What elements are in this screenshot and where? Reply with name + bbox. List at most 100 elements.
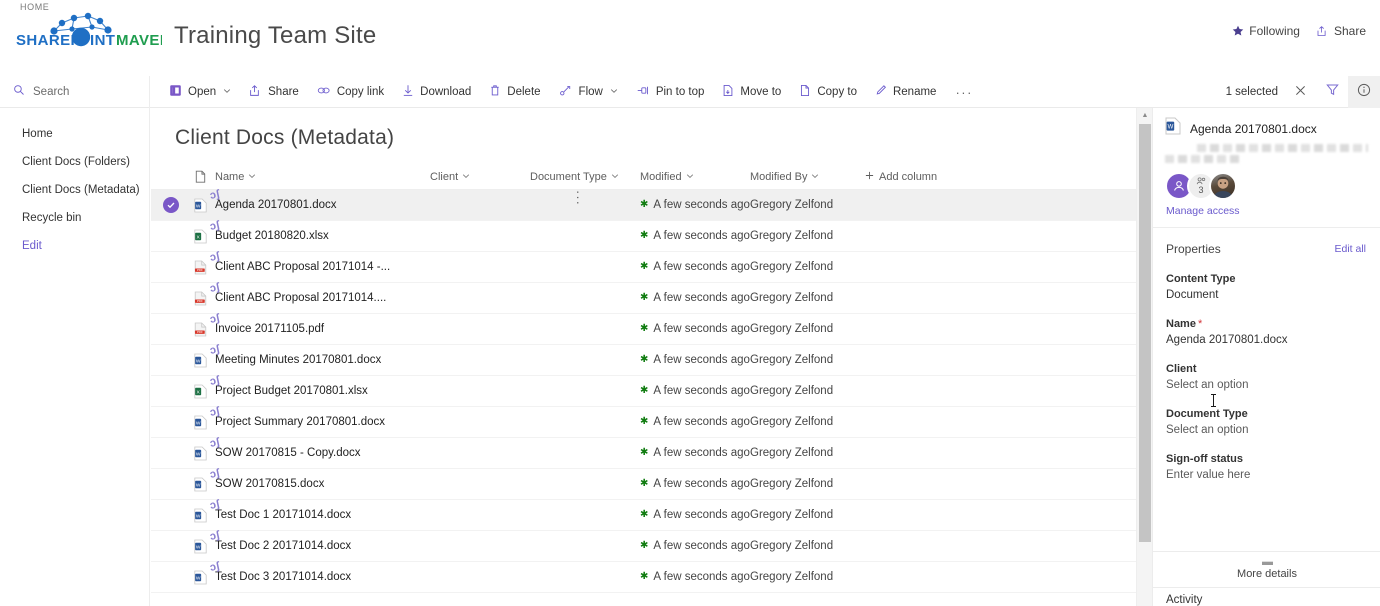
star-icon — [1232, 25, 1244, 37]
table-row[interactable]: PDFɔʃClient ABC Proposal 20171014 -...✱A… — [151, 252, 1136, 283]
properties-title: Properties — [1166, 242, 1221, 256]
table-row[interactable]: WɔʃTest Doc 3 20171014.docx✱A few second… — [151, 562, 1136, 593]
file-name-cell[interactable]: ɔʃProject Budget 20170801.xlsx — [215, 385, 430, 397]
column-header-modified-by[interactable]: Modified By — [750, 171, 865, 183]
scroll-up-arrow-icon[interactable]: ▲ — [1137, 108, 1153, 122]
property-value[interactable]: Agenda 20170801.docx — [1166, 334, 1367, 346]
row-select-checkbox[interactable] — [151, 197, 185, 213]
list-vertical-scrollbar[interactable]: ▲ — [1136, 108, 1152, 606]
column-header-client[interactable]: Client — [430, 171, 530, 183]
svg-text:PDF: PDF — [196, 268, 202, 272]
scrollbar-thumb[interactable] — [1139, 124, 1151, 542]
move-to-button[interactable]: Move to — [713, 76, 790, 108]
table-row[interactable]: XɔʃProject Budget 20170801.xlsx✱A few se… — [151, 376, 1136, 407]
modified-by-value: Gregory Zelfond — [750, 478, 833, 490]
table-row[interactable]: WɔʃSOW 20170815 - Copy.docx✱A few second… — [151, 438, 1136, 469]
pin-to-top-button[interactable]: Pin to top — [627, 76, 714, 108]
sidebar-item-client-docs-metadata[interactable]: Client Docs (Metadata) — [0, 176, 149, 204]
sidebar-item-client-docs-folders[interactable]: Client Docs (Folders) — [0, 148, 149, 176]
column-header-name[interactable]: Name — [215, 171, 430, 183]
row-select-checkbox[interactable] — [151, 321, 185, 337]
file-type-column-header[interactable] — [185, 170, 215, 183]
file-name-cell[interactable]: ɔʃAgenda 20170801.docx — [215, 199, 430, 211]
add-column-button[interactable]: Add column — [865, 171, 1136, 183]
new-item-icon: ✱ — [640, 479, 648, 489]
file-name-cell[interactable]: ɔʃSOW 20170815 - Copy.docx — [215, 447, 430, 459]
table-row[interactable]: XɔʃBudget 20180820.xlsx✱A few seconds ag… — [151, 221, 1136, 252]
edit-all-link[interactable]: Edit all — [1334, 243, 1366, 255]
row-select-checkbox[interactable] — [151, 414, 185, 430]
property-field: Document TypeSelect an option — [1153, 408, 1380, 436]
table-row[interactable]: PDFɔʃClient ABC Proposal 20171014....✱A … — [151, 283, 1136, 314]
modified-cell: ✱A few seconds ago — [640, 540, 750, 552]
row-select-checkbox[interactable] — [151, 383, 185, 399]
table-row[interactable]: PDFɔʃInvoice 20171105.pdf✱A few seconds … — [151, 314, 1136, 345]
sharepoint-maven-logo[interactable]: SHAREP INT MAVEN — [12, 12, 162, 60]
row-select-checkbox[interactable] — [151, 259, 185, 275]
download-button[interactable]: Download — [393, 76, 480, 108]
more-commands-button[interactable]: ··· — [945, 76, 983, 108]
copy-to-button[interactable]: Copy to — [790, 76, 866, 108]
breadcrumb-home[interactable]: HOME — [20, 2, 49, 12]
row-select-checkbox[interactable] — [151, 445, 185, 461]
file-name-cell[interactable]: ɔʃMeeting Minutes 20170801.docx — [215, 354, 430, 366]
delete-button[interactable]: Delete — [480, 76, 549, 108]
open-button[interactable]: Open — [160, 76, 240, 108]
modified-by-cell: Gregory Zelfond — [750, 478, 865, 490]
modified-by-cell: Gregory Zelfond — [750, 230, 865, 242]
table-row[interactable]: WɔʃTest Doc 2 20171014.docx✱A few second… — [151, 531, 1136, 562]
file-name-cell[interactable]: ɔʃProject Summary 20170801.docx — [215, 416, 430, 428]
filter-button[interactable] — [1316, 76, 1348, 108]
sidebar-item-home[interactable]: Home — [0, 120, 149, 148]
column-header-document-type[interactable]: Document Type — [530, 171, 640, 183]
sidebar-item-edit[interactable]: Edit — [0, 232, 149, 260]
row-select-checkbox[interactable] — [151, 290, 185, 306]
avatar[interactable] — [1209, 172, 1237, 200]
details-pane-toggle[interactable] — [1348, 76, 1380, 108]
copy-link-label: Copy link — [337, 86, 384, 98]
table-row[interactable]: WɔʃAgenda 20170801.docx✱A few seconds ag… — [151, 190, 1136, 221]
row-select-checkbox[interactable] — [151, 538, 185, 554]
file-name-cell[interactable]: ɔʃTest Doc 1 20171014.docx — [215, 509, 430, 521]
modified-value: A few seconds ago — [653, 478, 750, 490]
file-name-cell[interactable]: ɔʃTest Doc 3 20171014.docx — [215, 571, 430, 583]
table-row[interactable]: WɔʃProject Summary 20170801.docx✱A few s… — [151, 407, 1136, 438]
table-row[interactable]: WɔʃSOW 20170815.docx✱A few seconds agoGr… — [151, 469, 1136, 500]
row-select-checkbox[interactable] — [151, 476, 185, 492]
copy-link-button[interactable]: Copy link — [308, 76, 393, 108]
new-item-icon: ✱ — [640, 386, 648, 396]
row-select-checkbox[interactable] — [151, 569, 185, 585]
file-name-cell[interactable]: ɔʃSOW 20170815.docx — [215, 478, 430, 490]
row-select-checkbox[interactable] — [151, 507, 185, 523]
row-select-checkbox[interactable] — [151, 352, 185, 368]
properties-header: Properties Edit all — [1153, 228, 1380, 256]
property-value[interactable]: Select an option — [1166, 379, 1367, 391]
table-row[interactable]: WɔʃTest Doc 1 20171014.docx✱A few second… — [151, 500, 1136, 531]
search-input[interactable]: Search — [0, 76, 150, 108]
file-name-cell[interactable]: ɔʃInvoice 20171105.pdf — [215, 323, 430, 335]
chevron-down-icon — [811, 171, 819, 183]
share-button[interactable]: Share — [240, 76, 308, 108]
library-title: Client Docs (Metadata) — [151, 108, 1136, 150]
property-value[interactable]: Select an option — [1166, 424, 1367, 436]
clear-selection-button[interactable] — [1284, 76, 1316, 108]
file-name-cell[interactable]: ɔʃTest Doc 2 20171014.docx — [215, 540, 430, 552]
property-value[interactable]: Document — [1166, 289, 1367, 301]
pin-icon — [636, 84, 650, 100]
rename-button[interactable]: Rename — [866, 76, 945, 108]
file-name-cell[interactable]: ɔʃClient ABC Proposal 20171014.... — [215, 292, 430, 304]
sidebar-item-recycle-bin[interactable]: Recycle bin — [0, 204, 149, 232]
table-row[interactable]: WɔʃMeeting Minutes 20170801.docx✱A few s… — [151, 345, 1136, 376]
column-header-modified[interactable]: Modified — [640, 171, 750, 183]
flow-button[interactable]: Flow — [550, 76, 627, 108]
file-name-cell[interactable]: ɔʃBudget 20180820.xlsx — [215, 230, 430, 242]
modified-by-cell: Gregory Zelfond — [750, 447, 865, 459]
file-name-cell[interactable]: ɔʃClient ABC Proposal 20171014 -... — [215, 261, 430, 273]
share-button-header[interactable]: Share — [1316, 24, 1366, 38]
manage-access-link[interactable]: Manage access — [1153, 200, 1380, 227]
row-select-checkbox[interactable] — [151, 228, 185, 244]
property-value[interactable]: Enter value here — [1166, 469, 1367, 481]
following-button[interactable]: Following — [1232, 24, 1300, 38]
more-details-button[interactable]: ▬ More details — [1153, 552, 1380, 587]
row-context-menu-button[interactable]: ··· — [571, 190, 586, 221]
